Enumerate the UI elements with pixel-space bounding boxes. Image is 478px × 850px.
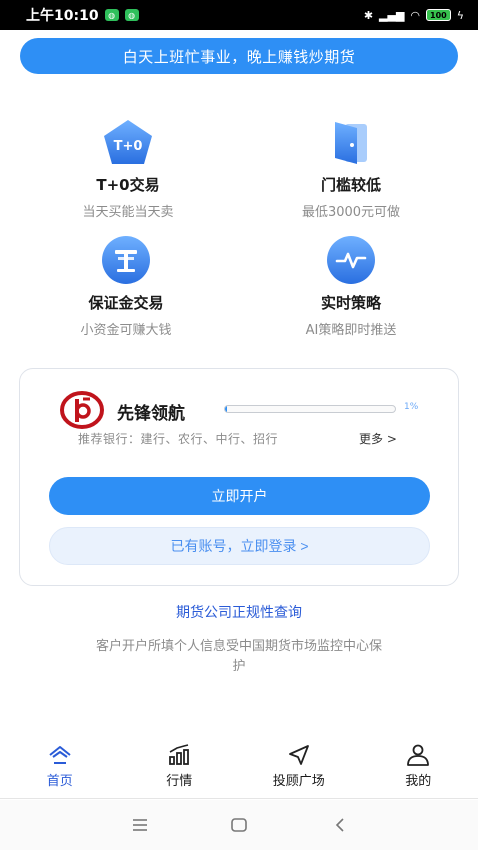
market-chart-icon (169, 744, 190, 765)
feature-tplus0[interactable]: T+0 T+0交易 当天买能当天卖 (28, 114, 228, 220)
more-banks-link[interactable]: 更多 > (359, 430, 397, 447)
tab-home[interactable]: 首页 (0, 738, 120, 796)
system-navigation-bar (0, 800, 478, 850)
feature-desc: 最低3000元可做 (301, 205, 401, 220)
back-icon[interactable] (330, 815, 350, 835)
progress-fill (225, 406, 227, 412)
feature-desc: 小资金可赚大钱 (80, 323, 172, 338)
promo-banner[interactable]: 白天上班忙事业，晚上赚钱炒期货 (20, 38, 458, 74)
recommended-banks: 推荐银行：建行、农行、中行、招行 (78, 432, 279, 446)
brand-logo-icon (60, 391, 104, 429)
home-icon (49, 746, 71, 764)
door-icon (323, 114, 379, 170)
tab-mine[interactable]: 我的 (359, 738, 478, 796)
pulse-icon (323, 232, 379, 288)
open-account-button[interactable]: 立即开户 (49, 477, 430, 515)
tab-label: 首页 (46, 774, 73, 789)
feature-realtime-strategy[interactable]: 实时策略 AI策略即时推送 (251, 232, 451, 338)
bottom-tab-bar: 首页 行情 投顾广场 我的 (0, 738, 478, 796)
margin-t-icon (98, 232, 154, 288)
feature-desc: 当天买能当天卖 (82, 205, 174, 220)
tab-advisor-square[interactable]: 投顾广场 (239, 738, 359, 796)
home-square-icon[interactable] (229, 815, 249, 835)
tabbar-divider (0, 798, 478, 799)
feature-low-threshold[interactable]: 门槛较低 最低3000元可做 (251, 114, 451, 220)
status-right: ✱ ▂▄▆ ◠ 100 ϟ (364, 9, 464, 22)
charging-icon: ϟ (456, 8, 464, 22)
user-icon (407, 744, 430, 766)
bluetooth-icon: ✱ (363, 8, 374, 22)
feature-title: 门槛较低 (320, 176, 381, 194)
battery-icon: 100 (426, 9, 451, 21)
status-bar: 上午10:10 ◍ ◍ ✱ ▂▄▆ ◠ 100 ϟ (0, 0, 478, 30)
svg-text:T+0: T+0 (114, 139, 143, 154)
navigation-arrow-icon (288, 745, 309, 765)
feature-desc: AI策略即时推送 (305, 323, 397, 338)
status-left: 上午10:10 ◍ ◍ (26, 5, 139, 25)
tab-market[interactable]: 行情 (120, 738, 240, 796)
status-time: 上午10:10 (26, 8, 99, 24)
notification-app-icon: ◍ (124, 9, 139, 21)
pentagon-tplus0-icon: T+0 (100, 114, 156, 170)
wifi-icon: ◠ (410, 8, 421, 22)
progress-percent: 1% (404, 402, 419, 412)
privacy-notice: 客户开户所填个人信息受中国期货市场监控中心保护 (95, 639, 382, 674)
company-legitimacy-query-link[interactable]: 期货公司正规性查询 (0, 602, 478, 622)
tab-label: 行情 (166, 774, 193, 789)
menu-icon[interactable] (130, 815, 150, 835)
notification-app-icon: ◍ (104, 9, 119, 21)
feature-title: T+0交易 (96, 176, 160, 194)
feature-title: 保证金交易 (88, 294, 164, 312)
brand-name: 先锋领航 (117, 404, 185, 424)
progress-bar (224, 405, 396, 413)
login-button[interactable]: 已有账号，立即登录 > (49, 527, 430, 565)
signal-icon: ▂▄▆ (379, 8, 405, 22)
account-card: 先锋领航 1% 推荐银行：建行、农行、中行、招行 更多 > 立即开户 已有账号，… (19, 368, 459, 586)
tab-label: 我的 (405, 774, 432, 789)
feature-margin-trading[interactable]: 保证金交易 小资金可赚大钱 (26, 232, 226, 338)
feature-title: 实时策略 (320, 294, 381, 312)
tab-label: 投顾广场 (272, 774, 325, 789)
